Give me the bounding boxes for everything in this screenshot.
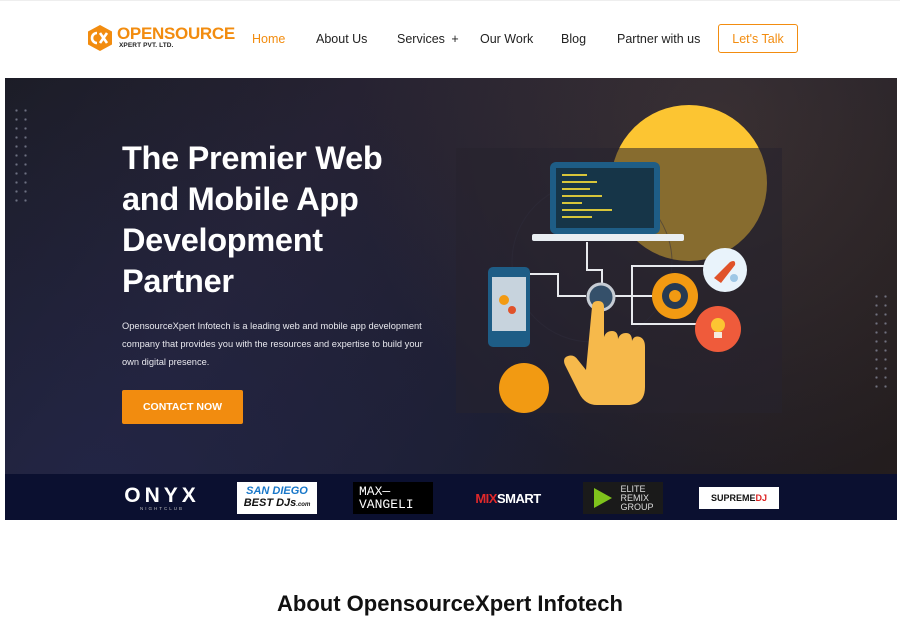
phone-icon <box>488 267 530 347</box>
nav-partner-with-us[interactable]: Partner with us <box>617 32 700 46</box>
hero-title-line: Development <box>122 222 323 258</box>
hero-description: OpensourceXpert Infotech is a leading we… <box>122 318 442 371</box>
sandiego-logo-line1: SAN DIEGO <box>246 485 308 497</box>
logo-subtitle: XPERT PVT. LTD. <box>119 42 174 49</box>
supreme-dj-logo: SUPREME DJ <box>699 487 779 509</box>
client-logos-strip: ONYX NIGHTCLUB SAN DIEGO BEST DJs.com MA… <box>5 474 897 520</box>
dot-pattern-right <box>872 292 892 392</box>
sandiego-logo-line2: BEST DJs <box>243 497 297 509</box>
plus-icon: + <box>451 32 459 46</box>
hero-title-line: and Mobile App <box>122 181 359 217</box>
logo-mark-icon <box>88 25 112 51</box>
onyx-logo-subtext: NIGHTCLUB <box>139 505 184 511</box>
about-section-heading: About OpensourceXpert Infotech <box>277 591 623 616</box>
nav-about-us[interactable]: About Us <box>316 32 367 46</box>
mixsmart-logo-part1: MIX <box>475 490 497 506</box>
dot-pattern-left <box>12 106 32 202</box>
max-vangeli-logo: MAX— VANGELI <box>353 482 433 514</box>
san-diego-best-djs-logo: SAN DIEGO BEST DJs.com <box>237 482 317 514</box>
rocket-icon <box>703 248 747 292</box>
logo[interactable]: OPENSOURCE XPERT PVT. LTD. <box>86 23 235 55</box>
nav-our-work[interactable]: Our Work <box>480 32 533 46</box>
elite-logo-line: GROUP <box>620 501 654 512</box>
sandiego-logo-suffix: .com <box>296 502 311 508</box>
mixsmart-logo: MIX SMART <box>467 482 549 514</box>
mixsmart-logo-part2: SMART <box>496 490 541 506</box>
elite-play-icon <box>594 488 613 508</box>
onyx-nightclub-logo: ONYX NIGHTCLUB <box>121 482 203 514</box>
site-header: OPENSOURCE XPERT PVT. LTD. Home About Us… <box>0 0 900 78</box>
hero-title-line: The Premier Web <box>122 140 383 176</box>
hero-description-line: own digital presence. <box>122 356 210 367</box>
gear-icon <box>652 273 698 319</box>
nav-home[interactable]: Home <box>252 32 285 46</box>
hero-section: The Premier Web and Mobile App Developme… <box>5 78 897 520</box>
lets-talk-button[interactable]: Let's Talk <box>718 24 798 53</box>
maxv-logo-line2: VANGELI <box>359 497 414 512</box>
nav-blog[interactable]: Blog <box>561 32 586 46</box>
orange-circle-shape <box>499 363 549 413</box>
lightbulb-icon <box>695 306 741 352</box>
hero-title: The Premier Web and Mobile App Developme… <box>122 138 462 302</box>
supreme-logo-part1: SUPREME <box>710 493 756 503</box>
hero-description-line: company that provides you with the resou… <box>122 338 423 349</box>
hero-illustration <box>456 105 782 413</box>
logo-name: OPENSOURCE <box>117 24 235 43</box>
nav-services[interactable]: Services + <box>397 32 459 46</box>
supreme-logo-part2: DJ <box>755 493 768 503</box>
hero-description-line: OpensourceXpert Infotech is a leading we… <box>122 321 422 331</box>
nav-services-label: Services <box>397 32 445 46</box>
contact-now-button[interactable]: CONTACT NOW <box>122 390 243 424</box>
onyx-logo-text: ONYX <box>124 483 200 507</box>
hero-title-line: Partner <box>122 263 234 299</box>
elite-remix-group-logo: ELITE REMIX GROUP <box>583 482 663 514</box>
